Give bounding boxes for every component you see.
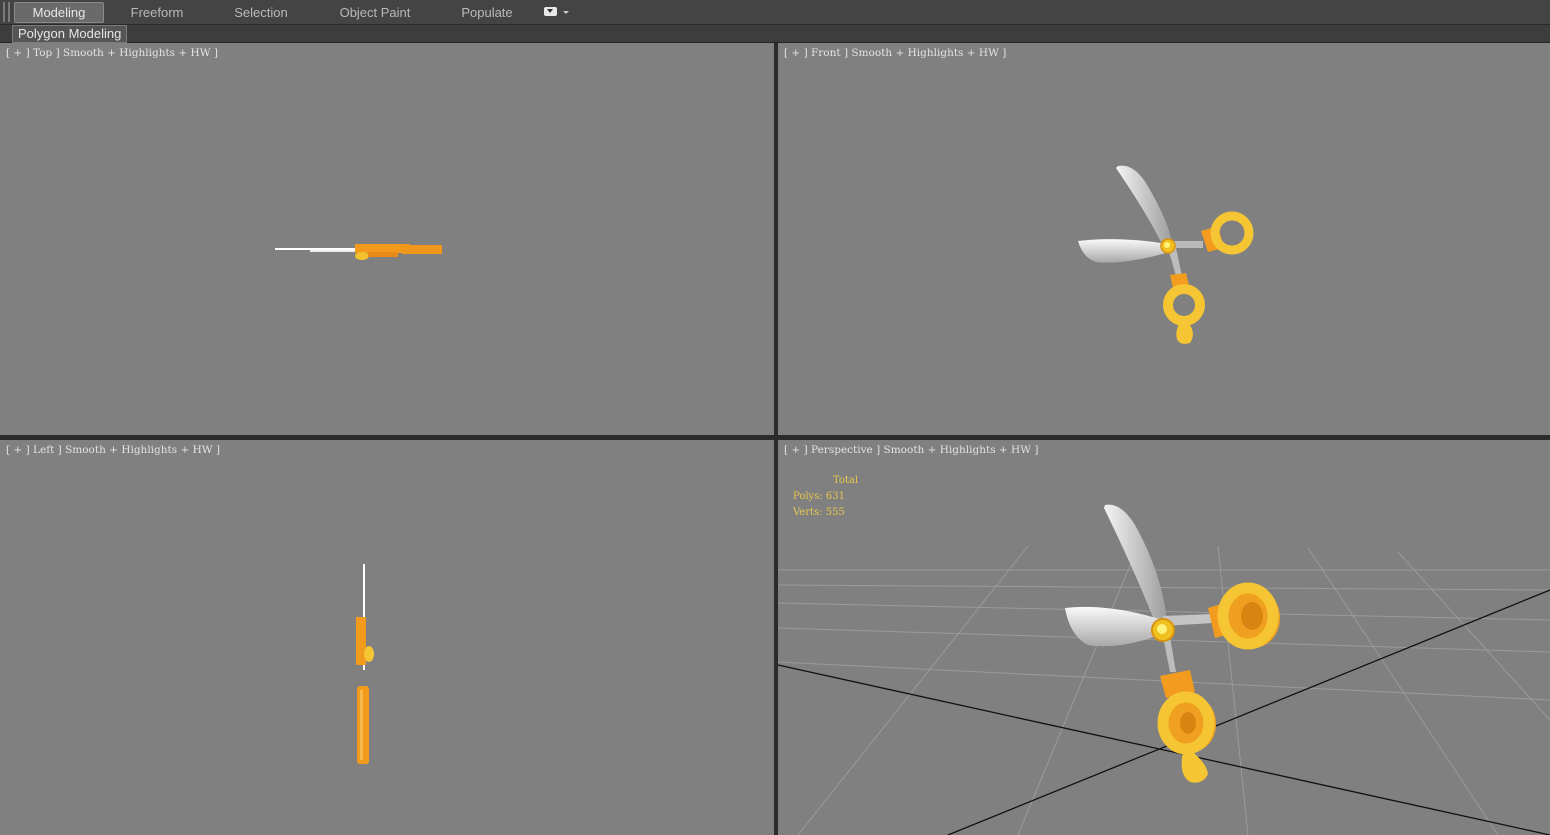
- tab-object-paint[interactable]: Object Paint: [330, 3, 420, 22]
- viewport-top[interactable]: [ + ] Top ] Smooth + Highlights + HW ]: [0, 43, 774, 435]
- polygon-modeling-button[interactable]: Polygon Modeling: [12, 25, 128, 43]
- ribbon-panel: Polygon Modeling: [0, 25, 1550, 43]
- tab-freeform[interactable]: Freeform: [118, 3, 196, 22]
- viewport-label-top[interactable]: [ + ] Top ] Smooth + Highlights + HW ]: [6, 47, 218, 59]
- tab-populate[interactable]: Populate: [450, 3, 524, 22]
- ribbon-bar: Modeling Freeform Selection Object Paint…: [0, 0, 1550, 25]
- stats-verts: Verts: 555: [793, 507, 845, 518]
- viewport-label-perspective[interactable]: [ + ] Perspective ] Smooth + Highlights …: [784, 444, 1038, 456]
- ribbon-grip[interactable]: [8, 2, 10, 22]
- chevron-down-icon[interactable]: [563, 11, 569, 14]
- ribbon-options-icon[interactable]: [544, 7, 557, 16]
- ribbon-grip[interactable]: [3, 2, 5, 22]
- perspective-view-model: [778, 504, 1550, 835]
- viewport-perspective[interactable]: [ + ] Perspective ] Smooth + Highlights …: [778, 440, 1550, 835]
- stats-header: Total: [833, 475, 859, 486]
- viewport-label-front[interactable]: [ + ] Front ] Smooth + Highlights + HW ]: [784, 47, 1006, 59]
- tab-modeling[interactable]: Modeling: [14, 2, 104, 23]
- left-view-model: [356, 564, 374, 764]
- viewport-label-left[interactable]: [ + ] Left ] Smooth + Highlights + HW ]: [6, 444, 220, 456]
- tab-selection[interactable]: Selection: [222, 3, 300, 22]
- front-view-model: [1078, 165, 1254, 344]
- viewport-front[interactable]: [ + ] Front ] Smooth + Highlights + HW ]: [778, 43, 1550, 435]
- viewport-left[interactable]: [ + ] Left ] Smooth + Highlights + HW ]: [0, 440, 774, 835]
- top-view-model: [275, 244, 442, 260]
- stats-polys: Polys: 631: [793, 491, 845, 502]
